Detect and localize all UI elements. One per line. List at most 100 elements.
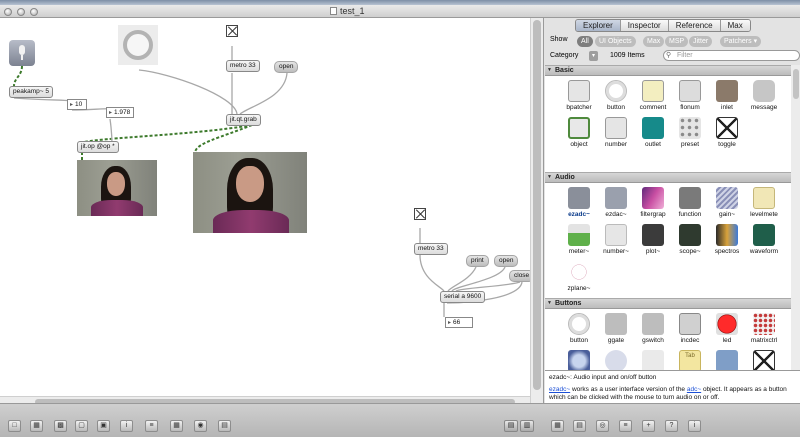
filter-max[interactable]: Max (643, 36, 665, 47)
palette-item-ezadc[interactable]: ezadc~ (560, 187, 598, 225)
palette-item-zplane[interactable]: zplane~ (560, 261, 598, 299)
metro-object-serial[interactable]: metro 33 (414, 243, 448, 255)
new-object-icon[interactable]: ▢ (75, 420, 88, 432)
tab-max[interactable]: Max (720, 20, 750, 31)
connect-icon[interactable]: ≡ (145, 420, 158, 432)
debug-icon[interactable]: ◉ (194, 420, 207, 432)
tab-explorer[interactable]: Explorer (576, 20, 621, 31)
button-object[interactable] (118, 25, 158, 65)
palette-item-gain[interactable]: gain~ (708, 187, 746, 225)
palette-item-number[interactable]: number (597, 117, 635, 155)
tab-reference[interactable]: Reference (668, 20, 721, 31)
split-vertical-icon[interactable]: ▥ (520, 420, 534, 432)
browser-scrollbar[interactable] (791, 65, 800, 370)
palette-item-outlet[interactable]: outlet (634, 117, 672, 155)
toggle-object-serial[interactable] (414, 208, 426, 220)
patcher-vertical-scrollbar[interactable] (530, 18, 543, 403)
tab-inspector[interactable]: Inspector (620, 20, 669, 31)
panel-add-icon[interactable]: + (642, 420, 655, 432)
palette-item-message[interactable]: message (745, 80, 783, 118)
palette-item-tab[interactable]: Tab tab (671, 350, 709, 370)
palette-item-textbutton[interactable]: textbutto (708, 350, 746, 370)
palette-item-meter[interactable]: meter~ (560, 224, 598, 262)
help-link-adc[interactable]: adc~ (687, 386, 701, 393)
print-message[interactable]: print (466, 255, 489, 267)
palette-item-object[interactable]: object (560, 117, 598, 155)
palette-item-toggle-2[interactable]: toggle (745, 350, 783, 370)
palette-item-levelmeter[interactable]: levelmete (745, 187, 783, 225)
filter-all[interactable]: All (577, 36, 593, 47)
jit-qt-grab-object[interactable]: jit.qt.grab (226, 114, 261, 126)
number-box-10[interactable]: 10 (67, 99, 87, 110)
panel-view-icon[interactable]: ◎ (596, 420, 609, 432)
presentation-icon[interactable]: ▦ (30, 420, 43, 432)
open-message-top[interactable]: open (274, 61, 299, 73)
panel-clipboard-icon[interactable]: ▤ (573, 420, 586, 432)
help-link-ezadc[interactable]: ezadc~ (549, 386, 570, 393)
jit-pwindow-small[interactable] (77, 160, 157, 216)
palette-item-playbar[interactable]: playbar (597, 350, 635, 370)
palette-item-waveform[interactable]: waveform (745, 224, 783, 262)
category-dropdown[interactable]: ▾ (589, 51, 598, 61)
peakamp-object[interactable]: peakamp~ 5 (9, 86, 53, 98)
panel-list-icon[interactable]: ≡ (619, 420, 632, 432)
filter-patchers[interactable]: Patchers ▾ (720, 36, 762, 47)
clipboard-icon[interactable]: ▤ (218, 420, 231, 432)
ezadc-object[interactable] (9, 40, 35, 66)
inspector-icon[interactable]: i (120, 420, 133, 432)
number-box-66[interactable]: 66 (445, 317, 473, 328)
palette-item-bpatcher[interactable]: bpatcher (560, 80, 598, 118)
zoom-window-button[interactable] (30, 8, 38, 16)
minimize-window-button[interactable] (17, 8, 25, 16)
filtergraph-icon (642, 187, 664, 209)
filter-msp[interactable]: MSP (665, 36, 689, 47)
palette-item-pictctrl[interactable]: pictctrl (560, 350, 598, 370)
palette-item-radiogroup[interactable]: radiogro (634, 350, 672, 370)
patcher-canvas[interactable]: metro 33 open peakamp~ 5 10 1.978 jit.qt… (0, 18, 543, 403)
palette-item-spectroscope[interactable]: spectros (708, 224, 746, 262)
palette-item-button-2[interactable]: button (560, 313, 598, 351)
palette-item-incdec[interactable]: incdec (671, 313, 709, 351)
panel-grid-icon[interactable]: ▦ (551, 420, 564, 432)
palette-item-gswitch[interactable]: gswitch (634, 313, 672, 351)
palette-item-scope[interactable]: scope~ (671, 224, 709, 262)
palette-item-toggle[interactable]: toggle (708, 117, 746, 155)
matrix-icon[interactable]: ▦ (170, 420, 183, 432)
serial-object[interactable]: serial a 9600 (440, 291, 486, 303)
palette-item-ezdac[interactable]: ezdac~ (597, 187, 635, 225)
palette-item-inlet[interactable]: inlet (708, 80, 746, 118)
image-icon[interactable]: ▣ (97, 420, 110, 432)
object-category-list[interactable]: Basic bpatcher button comment flonum inl… (545, 65, 791, 370)
open-message-serial[interactable]: open (494, 255, 519, 267)
section-basic[interactable]: Basic (545, 65, 791, 76)
palette-item-preset[interactable]: preset (671, 117, 709, 155)
section-audio[interactable]: Audio (545, 172, 791, 183)
filter-ui-objects[interactable]: UI Objects (595, 36, 636, 47)
palette-item-filtergraph[interactable]: filtergrap (634, 187, 672, 225)
message-icon (753, 80, 775, 102)
panel-info-icon[interactable]: i (688, 420, 701, 432)
lock-icon[interactable]: □ (8, 420, 21, 432)
grid-icon[interactable]: ▩ (54, 420, 67, 432)
palette-item-function[interactable]: function (671, 187, 709, 225)
jit-op-object[interactable]: jit.op @op * (77, 141, 119, 153)
flonum-box-1978[interactable]: 1.978 (106, 107, 134, 118)
metro-object-top[interactable]: metro 33 (226, 60, 260, 72)
palette-item-button[interactable]: button (597, 80, 635, 118)
toggle-object-top[interactable] (226, 25, 238, 37)
palette-item-plot[interactable]: plot~ (634, 224, 672, 262)
section-buttons[interactable]: Buttons (545, 298, 791, 309)
filter-search-input[interactable]: ⚲ Filter (663, 50, 800, 61)
filter-jitter[interactable]: Jitter (689, 36, 713, 47)
palette-item-led[interactable]: led (708, 313, 746, 351)
jit-pwindow-large[interactable] (193, 152, 307, 233)
split-horizontal-icon[interactable]: ▤ (504, 420, 518, 432)
palette-item-comment[interactable]: comment (634, 80, 672, 118)
palette-item-ggate[interactable]: ggate (597, 313, 635, 351)
panel-help-icon[interactable]: ? (665, 420, 678, 432)
close-window-button[interactable] (4, 8, 12, 16)
palette-item-number-tilde[interactable]: number~ (597, 224, 635, 262)
meter-icon (568, 224, 590, 246)
palette-item-matrixctrl[interactable]: matrixctrl (745, 313, 783, 351)
palette-item-flonum[interactable]: flonum (671, 80, 709, 118)
